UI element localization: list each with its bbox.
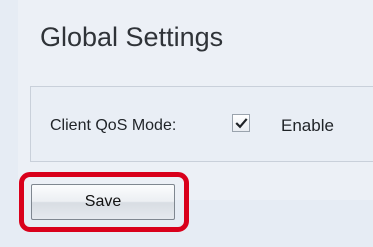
checkmark-icon	[234, 117, 248, 128]
save-button[interactable]: Save	[31, 184, 175, 220]
page-title: Global Settings	[40, 22, 224, 52]
client-qos-mode-checkbox[interactable]	[232, 114, 250, 132]
client-qos-mode-label: Client QoS Mode:	[50, 117, 177, 134]
enable-label: Enable	[281, 116, 334, 135]
